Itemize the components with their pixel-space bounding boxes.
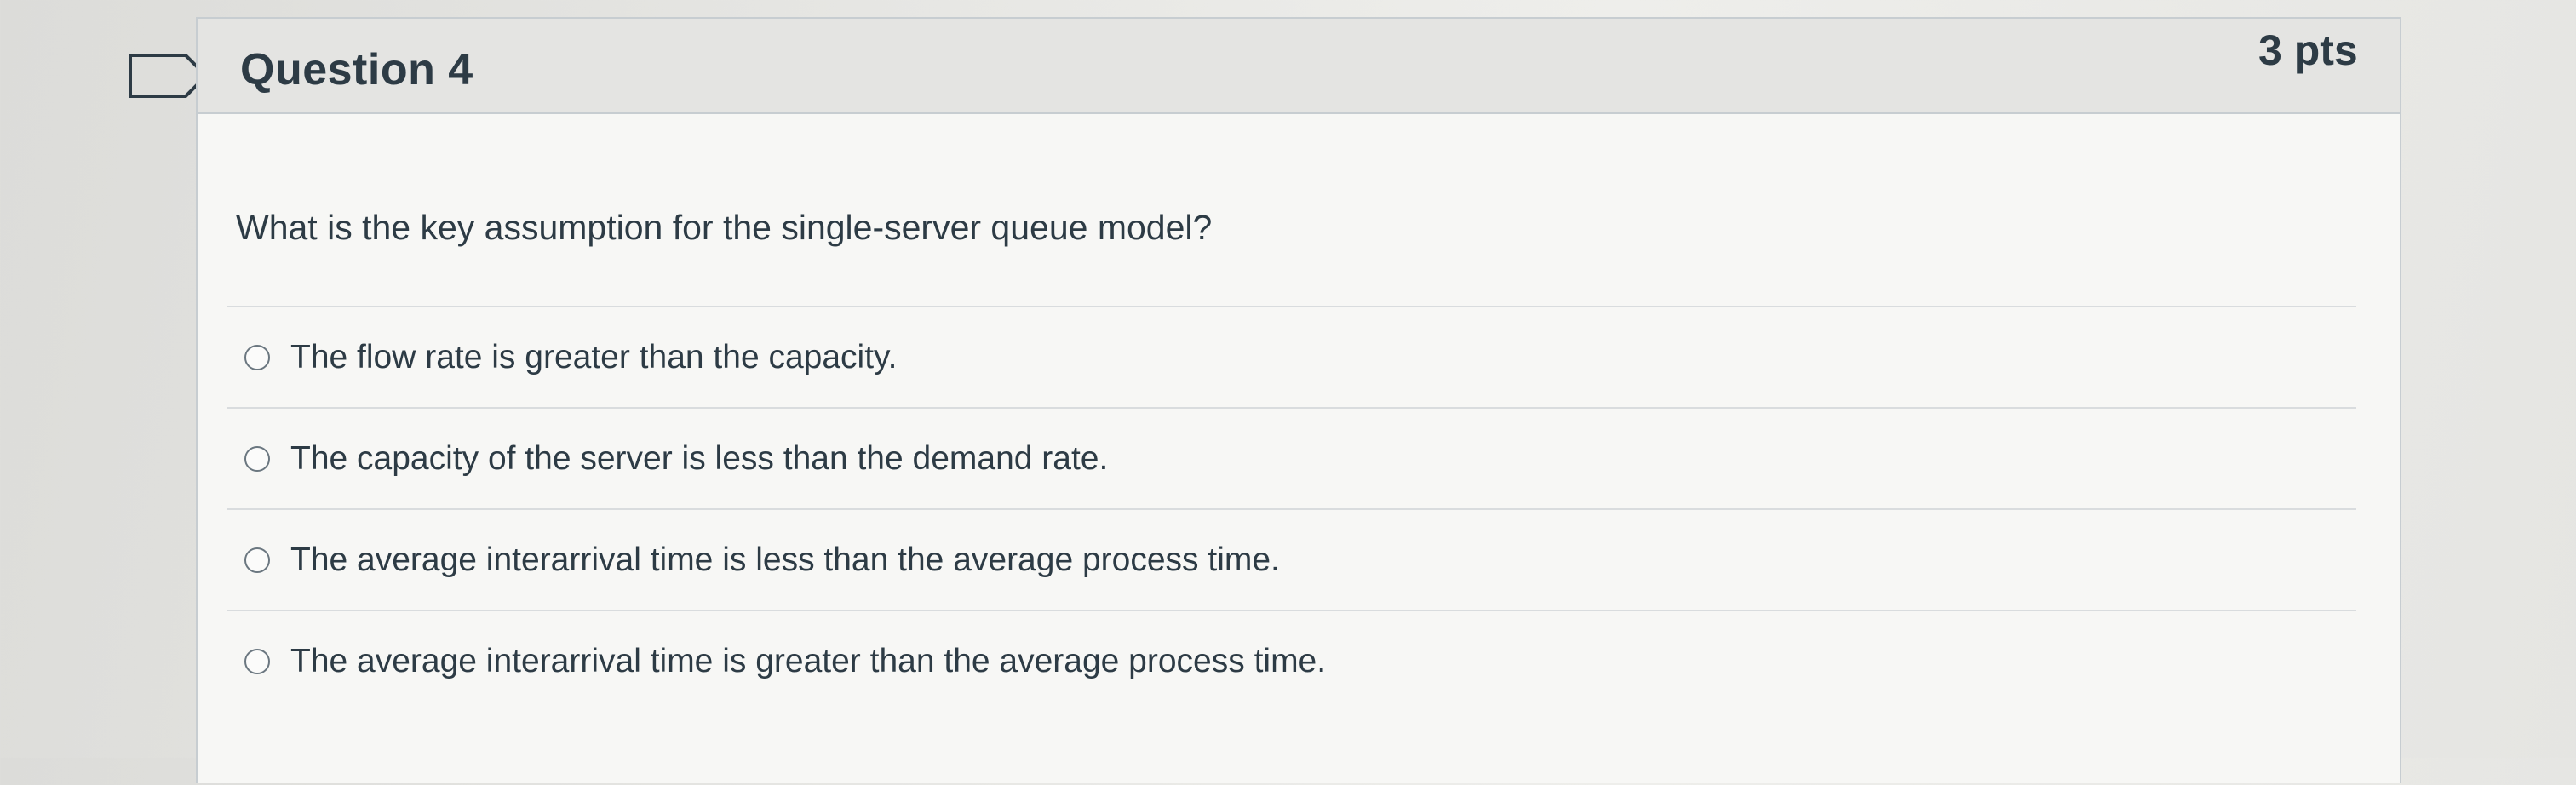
answer-label[interactable]: The average interarrival time is greater… <box>290 643 1326 680</box>
radio-button-icon[interactable] <box>244 445 270 472</box>
radio-button-icon[interactable] <box>244 344 270 370</box>
answer-label[interactable]: The flow rate is greater than the capaci… <box>290 339 897 376</box>
question-body: What is the key assumption for the singl… <box>198 114 2400 785</box>
answer-label[interactable]: The capacity of the server is less than … <box>290 440 1108 478</box>
answer-list: The flow rate is greater than the capaci… <box>227 306 2356 711</box>
answer-label[interactable]: The average interarrival time is less th… <box>290 541 1280 579</box>
answer-option-3[interactable]: The average interarrival time is less th… <box>227 510 2356 610</box>
answer-option-4[interactable]: The average interarrival time is greater… <box>227 611 2356 711</box>
answer-option-1[interactable]: The flow rate is greater than the capaci… <box>227 307 2356 407</box>
question-title: Question 4 <box>240 45 473 95</box>
radio-button-icon[interactable] <box>244 648 270 674</box>
answer-option-2[interactable]: The capacity of the server is less than … <box>227 409 2356 508</box>
question-card: Question 4 3 pts What is the key assumpt… <box>196 17 2401 783</box>
question-points: 3 pts <box>2258 26 2358 74</box>
question-header: Question 4 3 pts <box>198 19 2400 114</box>
question-text: What is the key assumption for the singl… <box>236 208 1213 247</box>
radio-button-icon[interactable] <box>244 547 270 573</box>
